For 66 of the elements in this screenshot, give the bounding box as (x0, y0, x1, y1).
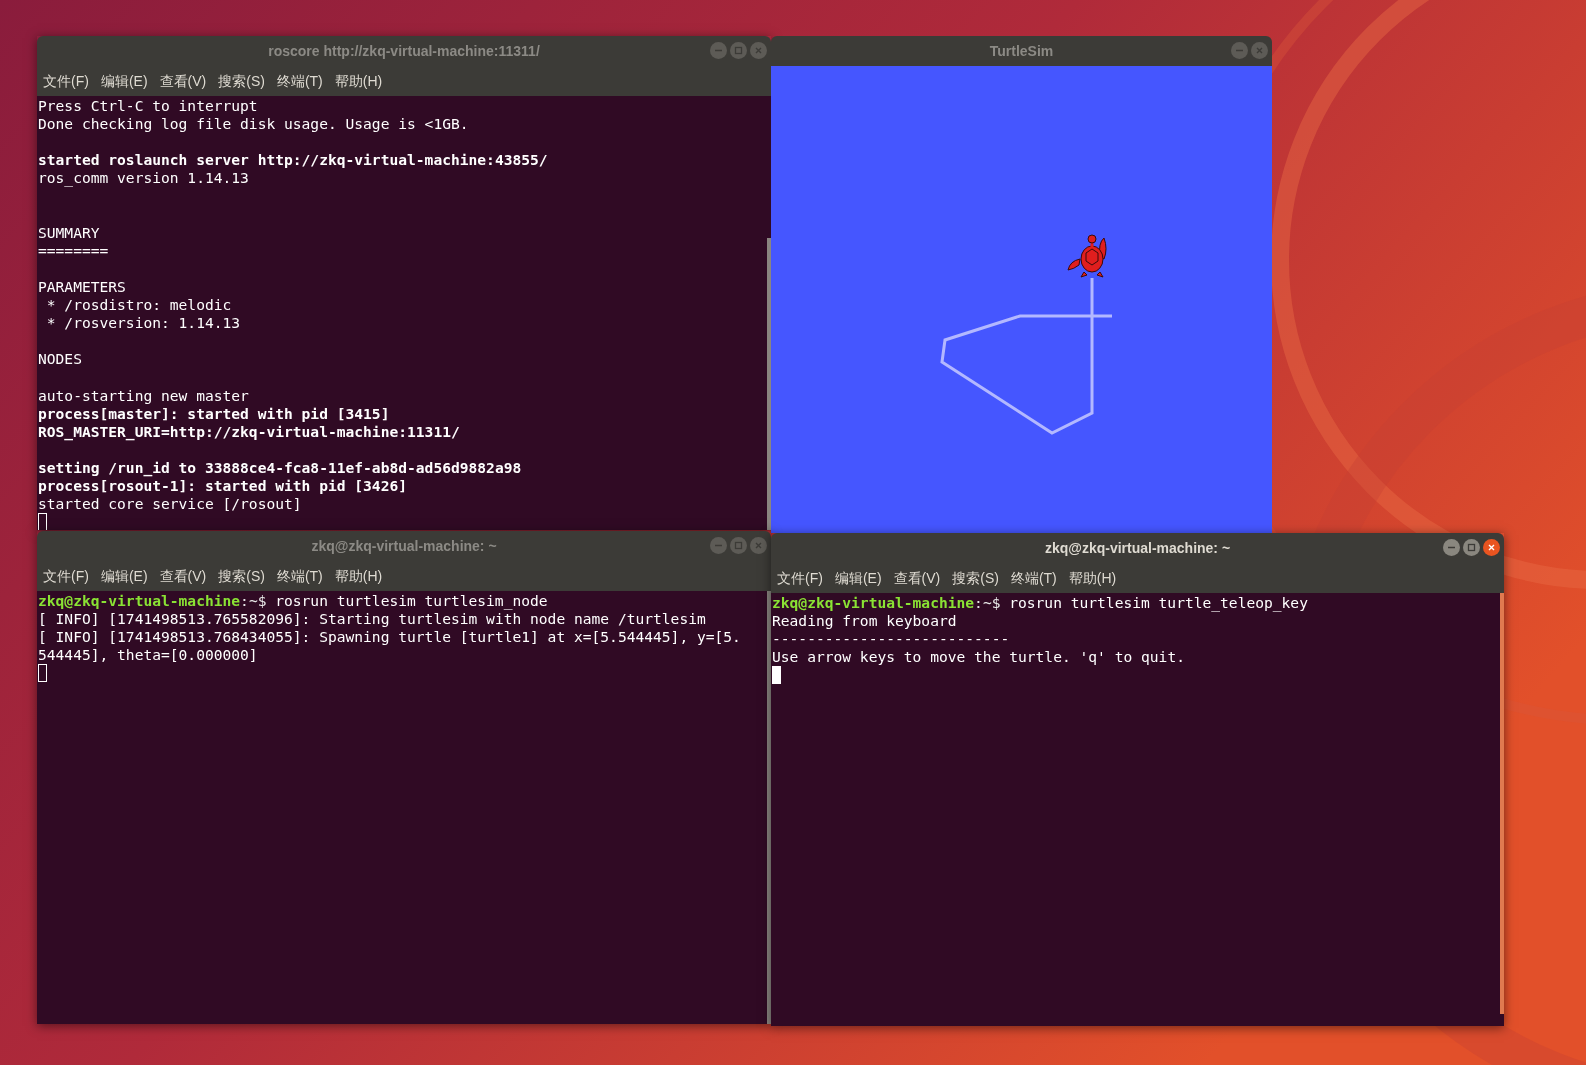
menu-item[interactable]: 终端(T) (276, 70, 323, 92)
turtle-icon (1067, 234, 1107, 278)
menu-item[interactable]: 文件(F) (777, 567, 823, 589)
window-title: TurtleSim (989, 41, 1054, 61)
maximize-icon (1467, 543, 1476, 552)
close-button[interactable] (1483, 539, 1500, 556)
menu-item[interactable]: 搜索(S) (218, 565, 265, 587)
maximize-button[interactable] (730, 42, 747, 59)
menu-item[interactable]: 查看(V) (159, 70, 207, 92)
terminal-line: process[rosout-1]: started with pid [3426] (38, 476, 408, 496)
maximize-icon (734, 541, 743, 550)
terminal-line: Reading from keyboard (772, 612, 957, 631)
close-icon (754, 46, 763, 55)
terminal-line: Press Ctrl-C to interrupt (38, 97, 258, 116)
menu-item[interactable]: 编辑(E) (100, 565, 148, 587)
menu-item[interactable]: 搜索(S) (218, 70, 265, 92)
terminal-line: NODES (38, 350, 82, 369)
terminal-line: Done checking log file disk usage. Usage is <1GB. (38, 115, 469, 134)
menu-item[interactable]: 帮助(H) (334, 565, 383, 587)
text-cursor (38, 664, 47, 683)
menu-item[interactable]: 编辑(E) (100, 70, 148, 92)
close-icon (754, 541, 763, 550)
terminal-line: setting /run_id to 33888ce4-fca8-11ef-ab8d-ad56d9882a98 (38, 458, 522, 477)
terminal-line: PARAMETERS (38, 277, 126, 297)
text-cursor (772, 666, 781, 685)
terminal-line: Use arrow keys to move the turtle. 'q' to quit. (772, 648, 1185, 667)
terminal-line: ros_comm version 1.14.13 (38, 169, 249, 188)
window-title: zkq@zkq-virtual-machine: ~ (311, 536, 497, 556)
minimize-button[interactable] (710, 537, 727, 554)
minimize-button[interactable] (1231, 42, 1248, 59)
terminal-line: 544445], theta=[0.000000] (38, 646, 258, 665)
menu-item[interactable]: 帮助(H) (1068, 567, 1117, 589)
terminal-line: ======== (38, 241, 109, 260)
menu-item[interactable]: 帮助(H) (334, 70, 383, 92)
menu-item[interactable]: 搜索(S) (952, 567, 999, 589)
menu-item[interactable]: 终端(T) (1010, 567, 1057, 589)
terminal-line: * /rosdistro: melodic (45, 296, 232, 315)
terminal-line: auto-starting new master (38, 386, 249, 405)
scrollbar[interactable] (767, 591, 771, 1024)
window-title: zkq@zkq-virtual-machine: ~ (1044, 538, 1231, 558)
menu-item[interactable]: 文件(F) (43, 565, 89, 587)
menu-item[interactable]: 编辑(E) (834, 567, 882, 589)
window-title: roscore http://zkq-virtual-machine:11311/ (268, 41, 540, 61)
terminal-line: [ INFO] [1741498513.765582096]: Starting turtlesim with node name /turtlesim (38, 610, 706, 629)
menu-item[interactable]: 查看(V) (159, 565, 207, 587)
terminal-line: [ INFO] [1741498513.768434055]: Spawning turtle [turtle1] at x=[5.544445], y=[5. (38, 628, 741, 647)
terminal-line: SUMMARY (38, 223, 100, 242)
terminal-line: started core service [/rosout] (38, 495, 302, 514)
menu-item[interactable]: 文件(F) (43, 70, 89, 92)
minimize-button[interactable] (710, 42, 727, 59)
close-icon (1255, 46, 1264, 55)
terminal-line: started roslaunch server http://zkq-virtual-machine:43855/ (38, 151, 548, 170)
terminal-line: zkq@zkq-virtual-machine:~$ rosrun turtlesim turtlesim_node (38, 592, 548, 611)
maximize-button[interactable] (730, 537, 747, 554)
terminal-line: zkq@zkq-virtual-machine:~$ rosrun turtlesim turtle_teleop_key (772, 594, 1308, 613)
terminal-line: --------------------------- (772, 630, 1010, 649)
minimize-button[interactable] (1443, 539, 1460, 556)
close-icon (1487, 543, 1496, 552)
maximize-icon (734, 46, 743, 55)
terminal-line: process[master]: started with pid [3415] (38, 404, 390, 423)
terminal-line: * /rosversion: 1.14.13 (45, 314, 241, 333)
terminal-line: ROS_MASTER_URI=http://zkq-virtual-machine:11311/ (38, 422, 460, 441)
scrollbar[interactable] (767, 238, 771, 530)
menu-item[interactable]: 查看(V) (893, 567, 941, 589)
scrollbar[interactable] (1500, 593, 1504, 1014)
menu-item[interactable]: 终端(T) (276, 565, 323, 587)
